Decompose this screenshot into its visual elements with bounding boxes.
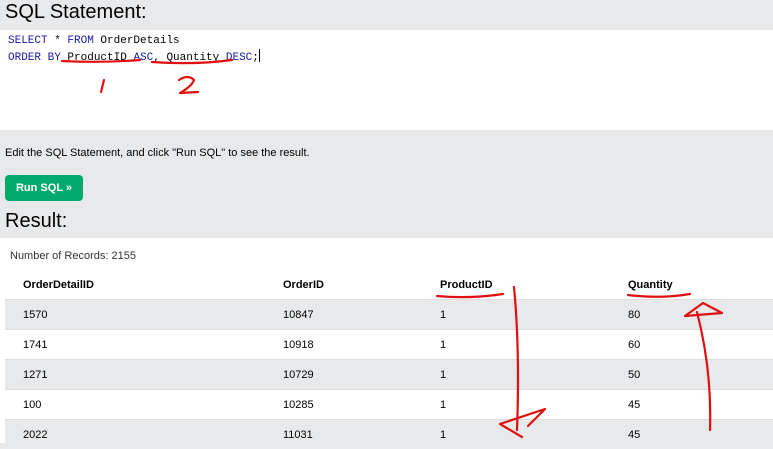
table-cell: 80: [610, 300, 773, 330]
table-row: 1570 10847 1 80: [5, 300, 773, 330]
sql-line-2: ORDER BY ProductID ASC, Quantity DESC;: [8, 49, 765, 66]
table-cell: 60: [610, 330, 773, 360]
run-sql-button[interactable]: Run SQL »: [5, 175, 83, 201]
sql-table-name: OrderDetails: [94, 35, 180, 47]
instructions-text: Edit the SQL Statement, and click "Run S…: [5, 147, 310, 159]
table-cell: 1271: [5, 360, 265, 390]
table-cell: 2022: [5, 420, 265, 449]
table-cell: 10847: [265, 300, 422, 330]
table-cell: 1: [422, 360, 610, 390]
column-header-orderid: OrderID: [265, 270, 422, 300]
table-cell: 100: [5, 390, 265, 420]
sql-semicolon: ;: [252, 52, 259, 64]
column-header-quantity: Quantity: [610, 270, 773, 300]
result-table: OrderDetailID OrderID ProductID Quantity…: [5, 270, 773, 449]
table-cell: 1741: [5, 330, 265, 360]
table-row: 1271 10729 1 50: [5, 360, 773, 390]
sql-separator: ,: [153, 52, 166, 64]
table-cell: 10729: [265, 360, 422, 390]
result-panel: Number of Records: 2155 OrderDetailID Or…: [0, 238, 773, 443]
table-cell: 11031: [265, 420, 422, 449]
text-caret: [259, 49, 260, 62]
table-cell: 10918: [265, 330, 422, 360]
table-row: 100 10285 1 45: [5, 390, 773, 420]
sql-keyword-desc: DESC: [226, 52, 252, 64]
table-cell: 1: [422, 330, 610, 360]
table-cell: 1: [422, 300, 610, 330]
table-cell: 50: [610, 360, 773, 390]
result-heading: Result:: [5, 210, 67, 233]
sql-line-1: SELECT * FROM OrderDetails: [8, 34, 765, 49]
table-cell: 45: [610, 390, 773, 420]
table-header-row: OrderDetailID OrderID ProductID Quantity: [5, 270, 773, 300]
table-cell: 1570: [5, 300, 265, 330]
table-cell: 45: [610, 420, 773, 449]
sql-keyword-select: SELECT: [8, 35, 48, 47]
table-cell: 1: [422, 420, 610, 449]
column-header-orderdetailid: OrderDetailID: [5, 270, 265, 300]
table-row: 2022 11031 1 45: [5, 420, 773, 449]
sql-keyword-from: FROM: [67, 35, 93, 47]
column-header-productid: ProductID: [422, 270, 610, 300]
record-count: Number of Records: 2155: [10, 250, 136, 262]
sql-wildcard: *: [48, 35, 68, 47]
table-cell: 1: [422, 390, 610, 420]
sql-keyword-asc: ASC: [133, 52, 153, 64]
sql-editor[interactable]: SELECT * FROM OrderDetails ORDER BY Prod…: [0, 30, 773, 130]
sql-keyword-order-by: ORDER BY: [8, 52, 61, 64]
sql-column-productid: ProductID: [61, 52, 134, 64]
table-row: 1741 10918 1 60: [5, 330, 773, 360]
sql-statement-heading: SQL Statement:: [5, 1, 147, 24]
table-cell: 10285: [265, 390, 422, 420]
sql-column-quantity: Quantity: [166, 52, 225, 64]
